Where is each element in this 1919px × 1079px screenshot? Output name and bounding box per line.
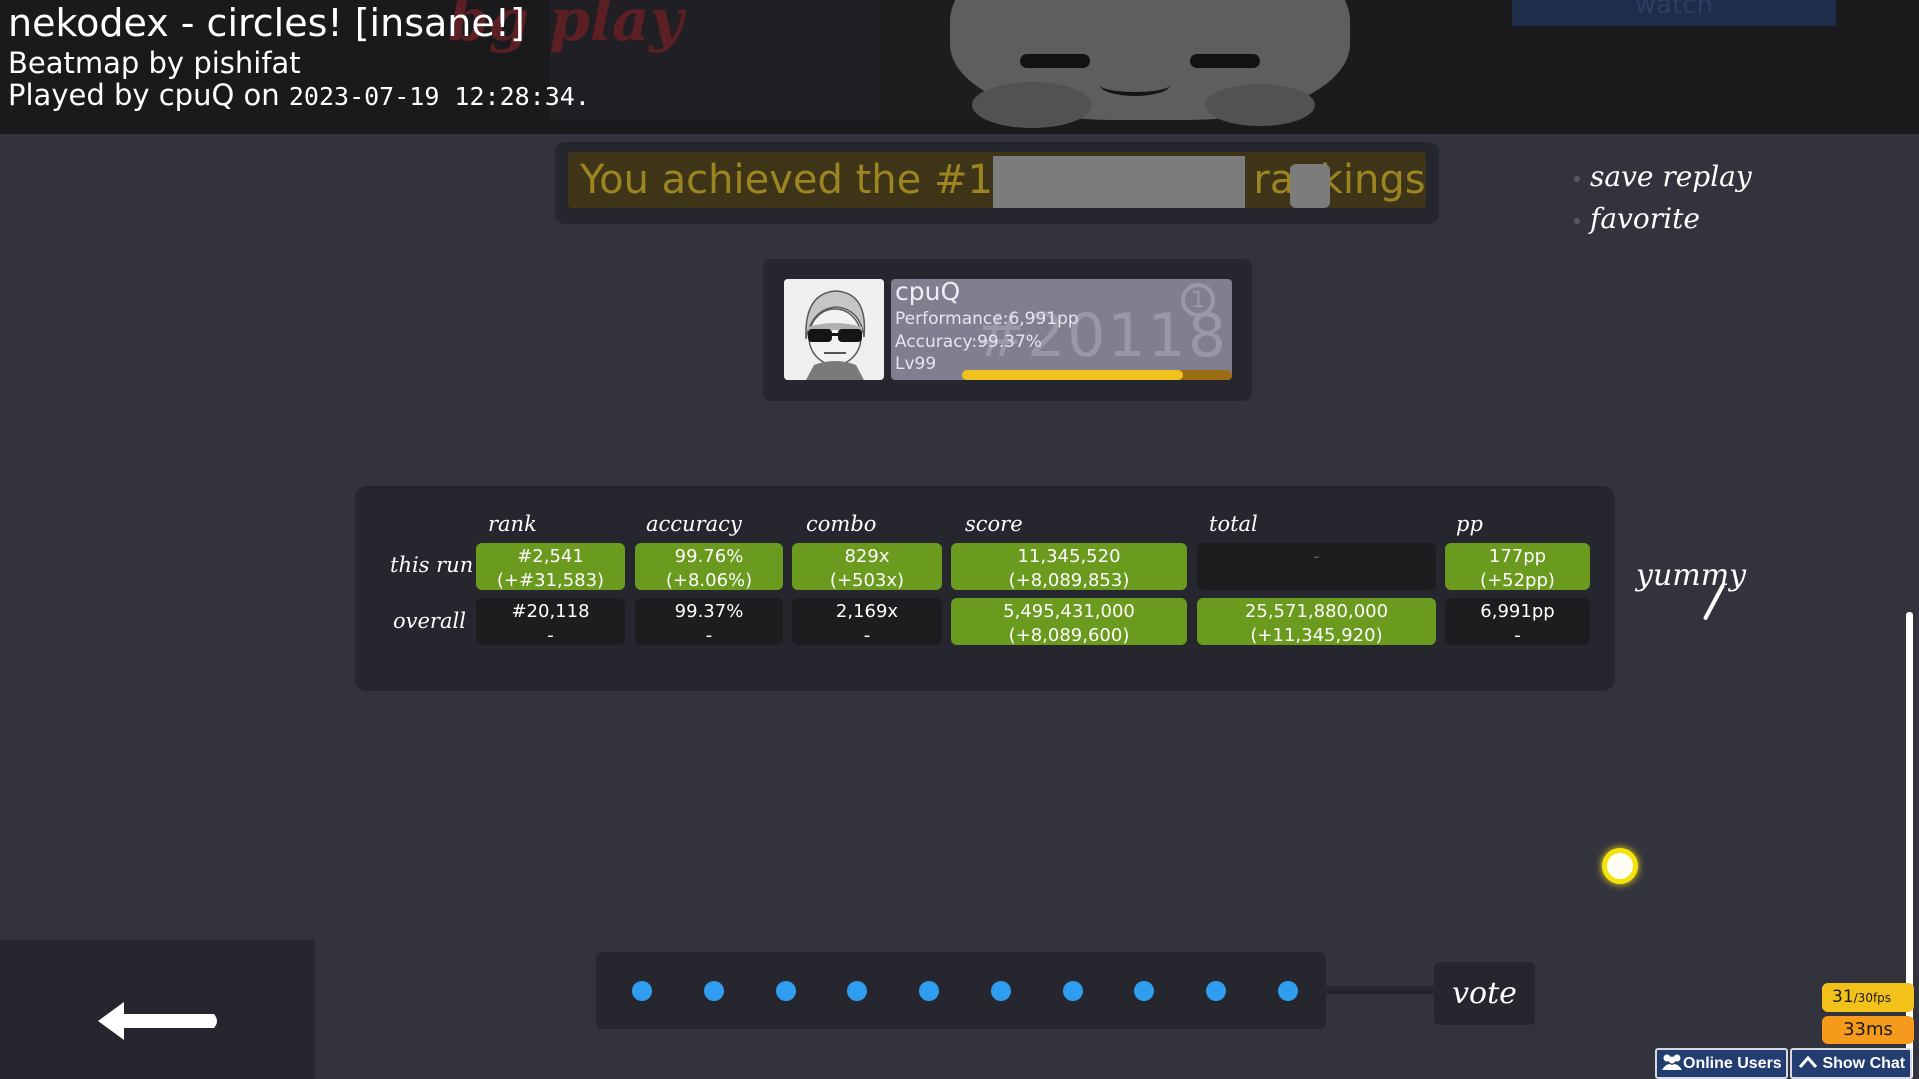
mapper-credit: Beatmap by pishifat (8, 46, 301, 80)
overall-rank-delta: - (547, 625, 554, 646)
this-run-combo-delta: (+503x) (829, 570, 905, 591)
overall-accuracy-value: 99.37% (674, 601, 744, 622)
avatar[interactable] (784, 279, 884, 380)
background-corner-box: watch (1512, 0, 1836, 26)
user-info-panel: #20118 1 cpuQ Performance:6,991pp Accura… (891, 279, 1232, 380)
this-run-combo-value: 829x (844, 546, 890, 567)
row-header-overall: overall (393, 609, 466, 633)
played-by: Played by cpuQ on (8, 78, 280, 112)
back-button[interactable] (92, 996, 222, 1046)
this-run-score-value: 11,345,520 (1017, 546, 1121, 567)
this-run-total-cell: - (1197, 543, 1436, 590)
achievement-redaction-cursor (1290, 164, 1330, 208)
column-header-pp: pp (1456, 512, 1483, 536)
column-header-total: total (1209, 512, 1258, 536)
chevron-up-icon (1798, 1055, 1818, 1068)
vote-dot-9[interactable] (1206, 981, 1226, 1001)
save-replay-bullet (1574, 176, 1580, 182)
this-run-combo-cell: 829x (+503x) (792, 543, 942, 591)
overall-total-delta: (+11,345,920) (1250, 625, 1383, 646)
overall-pp-value: 6,991pp (1480, 601, 1555, 622)
overall-score-cell: 5,495,431,000 (+8,089,600) (951, 598, 1187, 646)
this-run-rank-delta: (+#31,583) (496, 570, 605, 591)
favorite-button[interactable]: favorite (1574, 202, 1700, 235)
overall-combo-cell: 2,169x - (792, 598, 942, 646)
vote-button[interactable]: vote (1434, 962, 1535, 1025)
fps-target: /30fps (1853, 991, 1892, 1005)
cursor (1602, 848, 1638, 884)
level-progress-fill (962, 370, 1183, 380)
overall-combo-delta: - (863, 625, 871, 646)
this-run-accuracy-delta: (+8.06%) (665, 570, 753, 591)
username[interactable]: cpuQ (895, 279, 960, 306)
overall-pp-cell: 6,991pp - (1445, 598, 1590, 646)
vote-dot-5[interactable] (919, 981, 939, 1001)
latency-counter: 33ms (1822, 1016, 1914, 1044)
row-header-this-run: this run (390, 553, 474, 577)
show-chat-button[interactable]: Show Chat (1790, 1048, 1912, 1079)
show-chat-label: Show Chat (1822, 1055, 1906, 1072)
vote-dot-6[interactable] (991, 981, 1011, 1001)
this-run-score-delta: (+8,089,853) (1008, 570, 1130, 591)
column-header-rank: rank (488, 512, 537, 536)
back-arrow-icon (98, 1002, 217, 1040)
overall-accuracy-delta: - (705, 625, 713, 646)
rank-badge: 1 (1181, 283, 1215, 317)
vote-dot-8[interactable] (1134, 981, 1154, 1001)
column-header-score: score (965, 512, 1023, 536)
overall-score-delta: (+8,089,600) (1008, 625, 1130, 646)
column-header-combo: combo (806, 512, 877, 536)
vote-dot-4[interactable] (847, 981, 867, 1001)
this-run-pp-cell: 177pp (+52pp) (1445, 543, 1590, 591)
played-datetime: 2023-07-19 12:28:34. (288, 82, 590, 111)
vote-dot-3[interactable] (776, 981, 796, 1001)
vote-connector (1326, 986, 1436, 994)
column-header-accuracy: accuracy (646, 512, 742, 536)
yummy-annotation: yummy (1636, 558, 1747, 593)
fps-value: 31 (1832, 987, 1854, 1007)
overall-pp-delta: - (1514, 625, 1521, 646)
level-stat: Lv99 (895, 354, 937, 374)
played-info: Played by cpuQ on 2023-07-19 12:28:34. (8, 77, 590, 115)
this-run-rank-value: #2,541 (517, 546, 584, 567)
accuracy-stat: Accuracy:99.37% (895, 332, 1042, 352)
online-users-label: Online Users (1683, 1055, 1782, 1072)
save-replay-button[interactable]: save replay (1574, 160, 1752, 193)
fps-counter: 31/30fps (1822, 983, 1914, 1012)
overall-rank-cell: #20,118 - (476, 598, 625, 646)
this-run-score-cell: 11,345,520 (+8,089,853) (951, 543, 1187, 591)
online-users-button[interactable]: Online Users (1655, 1048, 1788, 1079)
users-icon (1662, 1054, 1682, 1070)
vote-dot-1[interactable] (632, 981, 652, 1001)
achievement-inner: You achieved the #1 score in the ranking… (568, 152, 1426, 208)
achievement-redaction (993, 156, 1245, 208)
this-run-total-value: - (1313, 546, 1320, 567)
overall-accuracy-cell: 99.37% - (635, 598, 783, 646)
vote-dot-7[interactable] (1063, 981, 1083, 1001)
favorite-bullet (1574, 218, 1580, 224)
vote-dot-2[interactable] (704, 981, 724, 1001)
performance-stat: Performance:6,991pp (895, 309, 1079, 329)
overall-combo-value: 2,169x (835, 601, 899, 622)
this-run-pp-value: 177pp (1488, 546, 1547, 567)
this-run-pp-delta: (+52pp) (1480, 570, 1555, 591)
this-run-rank-cell: #2,541 (+#31,583) (476, 543, 625, 591)
this-run-accuracy-cell: 99.76% (+8.06%) (635, 543, 783, 591)
favorite-label: favorite (1590, 202, 1700, 235)
overall-rank-value: #20,118 (511, 601, 590, 622)
overall-score-value: 5,495,431,000 (1003, 601, 1135, 622)
save-replay-label: save replay (1590, 160, 1752, 193)
avatar-image (784, 279, 884, 380)
this-run-accuracy-value: 99.76% (674, 546, 744, 567)
overall-total-cell: 25,571,880,000 (+11,345,920) (1197, 598, 1436, 646)
overall-total-value: 25,571,880,000 (1244, 601, 1389, 622)
vote-dot-10[interactable] (1278, 981, 1298, 1001)
song-title: nekodex - circles! [insane!] (8, 1, 525, 45)
